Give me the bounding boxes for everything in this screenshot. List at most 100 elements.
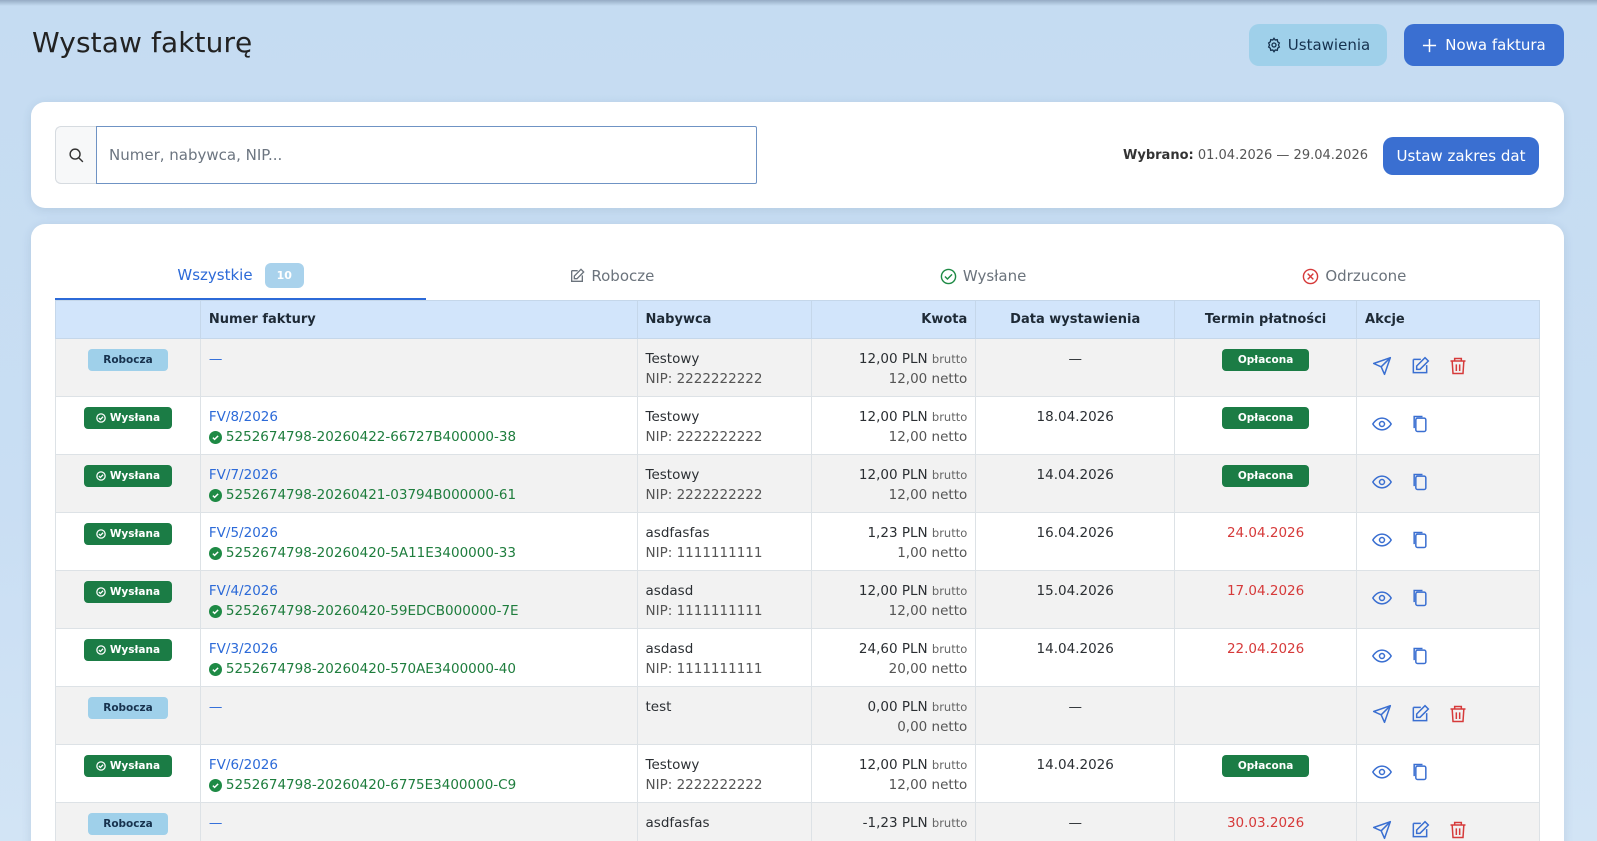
amount-net: 1,00 netto: [897, 545, 968, 561]
buyer-cell: asdfasfas NIP: 1111111111: [636, 512, 813, 571]
table-row[interactable]: Wysłana FV/3/2026 5252674798-20260420-570A…: [55, 628, 1540, 687]
tab-sent-label: Wysłane: [962, 267, 1027, 285]
table-header-row: Numer faktury Nabywca Kwota Data wystawi…: [55, 300, 1540, 339]
amount-gross: 12,00 PLN brutto: [820, 581, 967, 601]
invoice-number-link[interactable]: —: [209, 349, 629, 369]
buyer-cell: Testowy NIP: 2222222222: [636, 396, 813, 455]
invoice-number-link[interactable]: —: [209, 697, 629, 717]
amount-gross-value: 12,00 PLN: [858, 351, 928, 367]
eye-icon[interactable]: [1371, 587, 1393, 609]
due-date: 24.04.2026: [1226, 525, 1305, 541]
invoice-number-link[interactable]: FV/3/2026: [209, 639, 629, 659]
invoice-number-link[interactable]: —: [209, 813, 629, 833]
copy-icon[interactable]: [1409, 529, 1431, 551]
invoice-number-link[interactable]: FV/7/2026: [209, 465, 629, 485]
amount-gross-value: 0,00 PLN: [867, 699, 928, 715]
tab-sent[interactable]: Wysłane: [798, 252, 1169, 300]
tab-all[interactable]: Wszystkie 10: [55, 252, 427, 300]
number-cell: FV/7/2026 5252674798-20260421-03794B00000…: [199, 454, 638, 513]
buyer-cell: Testowy NIP: 2222222222: [636, 338, 813, 397]
edit-icon[interactable]: [1409, 703, 1431, 725]
date-range-value: 01.04.2026 — 29.04.2026: [1197, 148, 1368, 163]
set-date-range-button[interactable]: Ustaw zakres dat: [1383, 137, 1539, 175]
send-icon[interactable]: [1371, 819, 1393, 841]
amount-cell: 12,00 PLN brutto 12,00 netto: [811, 338, 977, 397]
ksef-number-text: 5252674798-20260420-6775E3400000-C9: [225, 777, 517, 793]
amount-gross-value: 12,00 PLN: [858, 757, 928, 773]
eye-icon[interactable]: [1371, 413, 1393, 435]
eye-icon[interactable]: [1371, 761, 1393, 783]
table-row[interactable]: Wysłana FV/7/2026 5252674798-20260421-0379…: [55, 454, 1540, 513]
table-row[interactable]: Wysłana FV/5/2026 5252674798-20260420-5A11…: [55, 512, 1540, 571]
copy-icon[interactable]: [1409, 413, 1431, 435]
trash-icon[interactable]: [1447, 819, 1469, 841]
row-actions: [1365, 755, 1531, 783]
buyer-cell: asdasd NIP: 1111111111: [636, 570, 813, 629]
date-range-info: Wybrano: 01.04.2026 — 29.04.2026: [1123, 148, 1368, 163]
invoice-number-link[interactable]: FV/8/2026: [209, 407, 629, 427]
status-badge: Wysłana: [83, 465, 173, 487]
table-row[interactable]: Wysłana FV/4/2026 5252674798-20260420-59ED…: [55, 570, 1540, 629]
search-addon: [55, 126, 97, 184]
ksef-number-text: 5252674798-20260422-66727B400000-38: [225, 429, 517, 445]
amount-gross: 1,23 PLN brutto: [820, 523, 967, 543]
table-row[interactable]: Robocza — Testowy NIP: 2222222222 12,00 PLN …: [55, 338, 1540, 397]
brutto-label: brutto: [931, 468, 968, 482]
col-due: Termin płatności: [1174, 300, 1358, 339]
row-actions: [1365, 465, 1531, 493]
table-row[interactable]: Wysłana FV/8/2026 5252674798-20260422-6672…: [55, 396, 1540, 455]
amount-gross-value: 12,00 PLN: [858, 583, 928, 599]
table-row[interactable]: Robocza — test 0,00 PLN brutto 0,00 netto —: [55, 686, 1540, 745]
ksef-number-text: 5252674798-20260420-59EDCB000000-7E: [225, 603, 519, 619]
issue-date-cell: 14.04.2026: [975, 628, 1176, 687]
status-cell: Wysłana: [55, 628, 201, 687]
invoice-number-link[interactable]: FV/5/2026: [209, 523, 629, 543]
status-cell: Wysłana: [55, 570, 201, 629]
table-row[interactable]: Wysłana FV/6/2026 5252674798-20260420-6775…: [55, 744, 1540, 803]
settings-button[interactable]: Ustawienia: [1249, 24, 1387, 66]
ksef-number: 5252674798-20260422-66727B400000-38: [208, 427, 629, 447]
eye-icon[interactable]: [1371, 645, 1393, 667]
copy-icon[interactable]: [1409, 471, 1431, 493]
status-badge-label: Wysłana: [109, 760, 161, 772]
check-circle-icon: [208, 488, 222, 502]
eye-icon[interactable]: [1371, 529, 1393, 551]
status-cell: Wysłana: [55, 396, 201, 455]
invoice-number-link[interactable]: FV/6/2026: [209, 755, 629, 775]
table-row[interactable]: Robocza — asdfasfas -1,23 PLN brutto — 30.03.…: [55, 802, 1540, 841]
copy-icon[interactable]: [1409, 645, 1431, 667]
edit-icon[interactable]: [1409, 819, 1431, 841]
amount-gross: 24,60 PLN brutto: [820, 639, 967, 659]
check-circle-icon: [96, 529, 106, 539]
trash-icon[interactable]: [1447, 703, 1469, 725]
tab-all-label: Wszystkie: [177, 266, 253, 284]
row-actions: [1365, 697, 1531, 725]
status-badge-label: Wysłana: [109, 528, 161, 540]
buyer-cell: asdfasfas: [636, 802, 813, 841]
new-invoice-button[interactable]: Nowa faktura: [1404, 24, 1564, 66]
eye-icon[interactable]: [1371, 471, 1393, 493]
actions-cell: [1356, 686, 1540, 745]
send-icon[interactable]: [1371, 355, 1393, 377]
buyer-nip: NIP: 2222222222: [645, 429, 763, 445]
buyer-name: Testowy: [645, 351, 700, 367]
amount-cell: 1,23 PLN brutto 1,00 netto: [811, 512, 977, 571]
send-icon[interactable]: [1371, 703, 1393, 725]
tab-drafts[interactable]: Robocze: [426, 252, 797, 300]
trash-icon[interactable]: [1447, 355, 1469, 377]
edit-icon[interactable]: [1409, 355, 1431, 377]
copy-icon[interactable]: [1409, 587, 1431, 609]
buyer-cell: asdasd NIP: 1111111111: [636, 628, 813, 687]
amount-gross-value: 12,00 PLN: [858, 467, 928, 483]
amount-net: 20,00 netto: [888, 661, 968, 677]
search-icon: [68, 147, 85, 164]
search-input[interactable]: [96, 126, 757, 184]
tab-rejected[interactable]: Odrzucone: [1169, 252, 1540, 300]
brutto-label: brutto: [931, 410, 968, 424]
issue-date-cell: 15.04.2026: [975, 570, 1176, 629]
ksef-number: 5252674798-20260420-5A11E3400000-33: [208, 543, 629, 563]
amount-net: 12,00 netto: [888, 603, 968, 619]
amount-gross-value: 1,23 PLN: [867, 525, 928, 541]
invoice-number-link[interactable]: FV/4/2026: [209, 581, 629, 601]
copy-icon[interactable]: [1409, 761, 1431, 783]
